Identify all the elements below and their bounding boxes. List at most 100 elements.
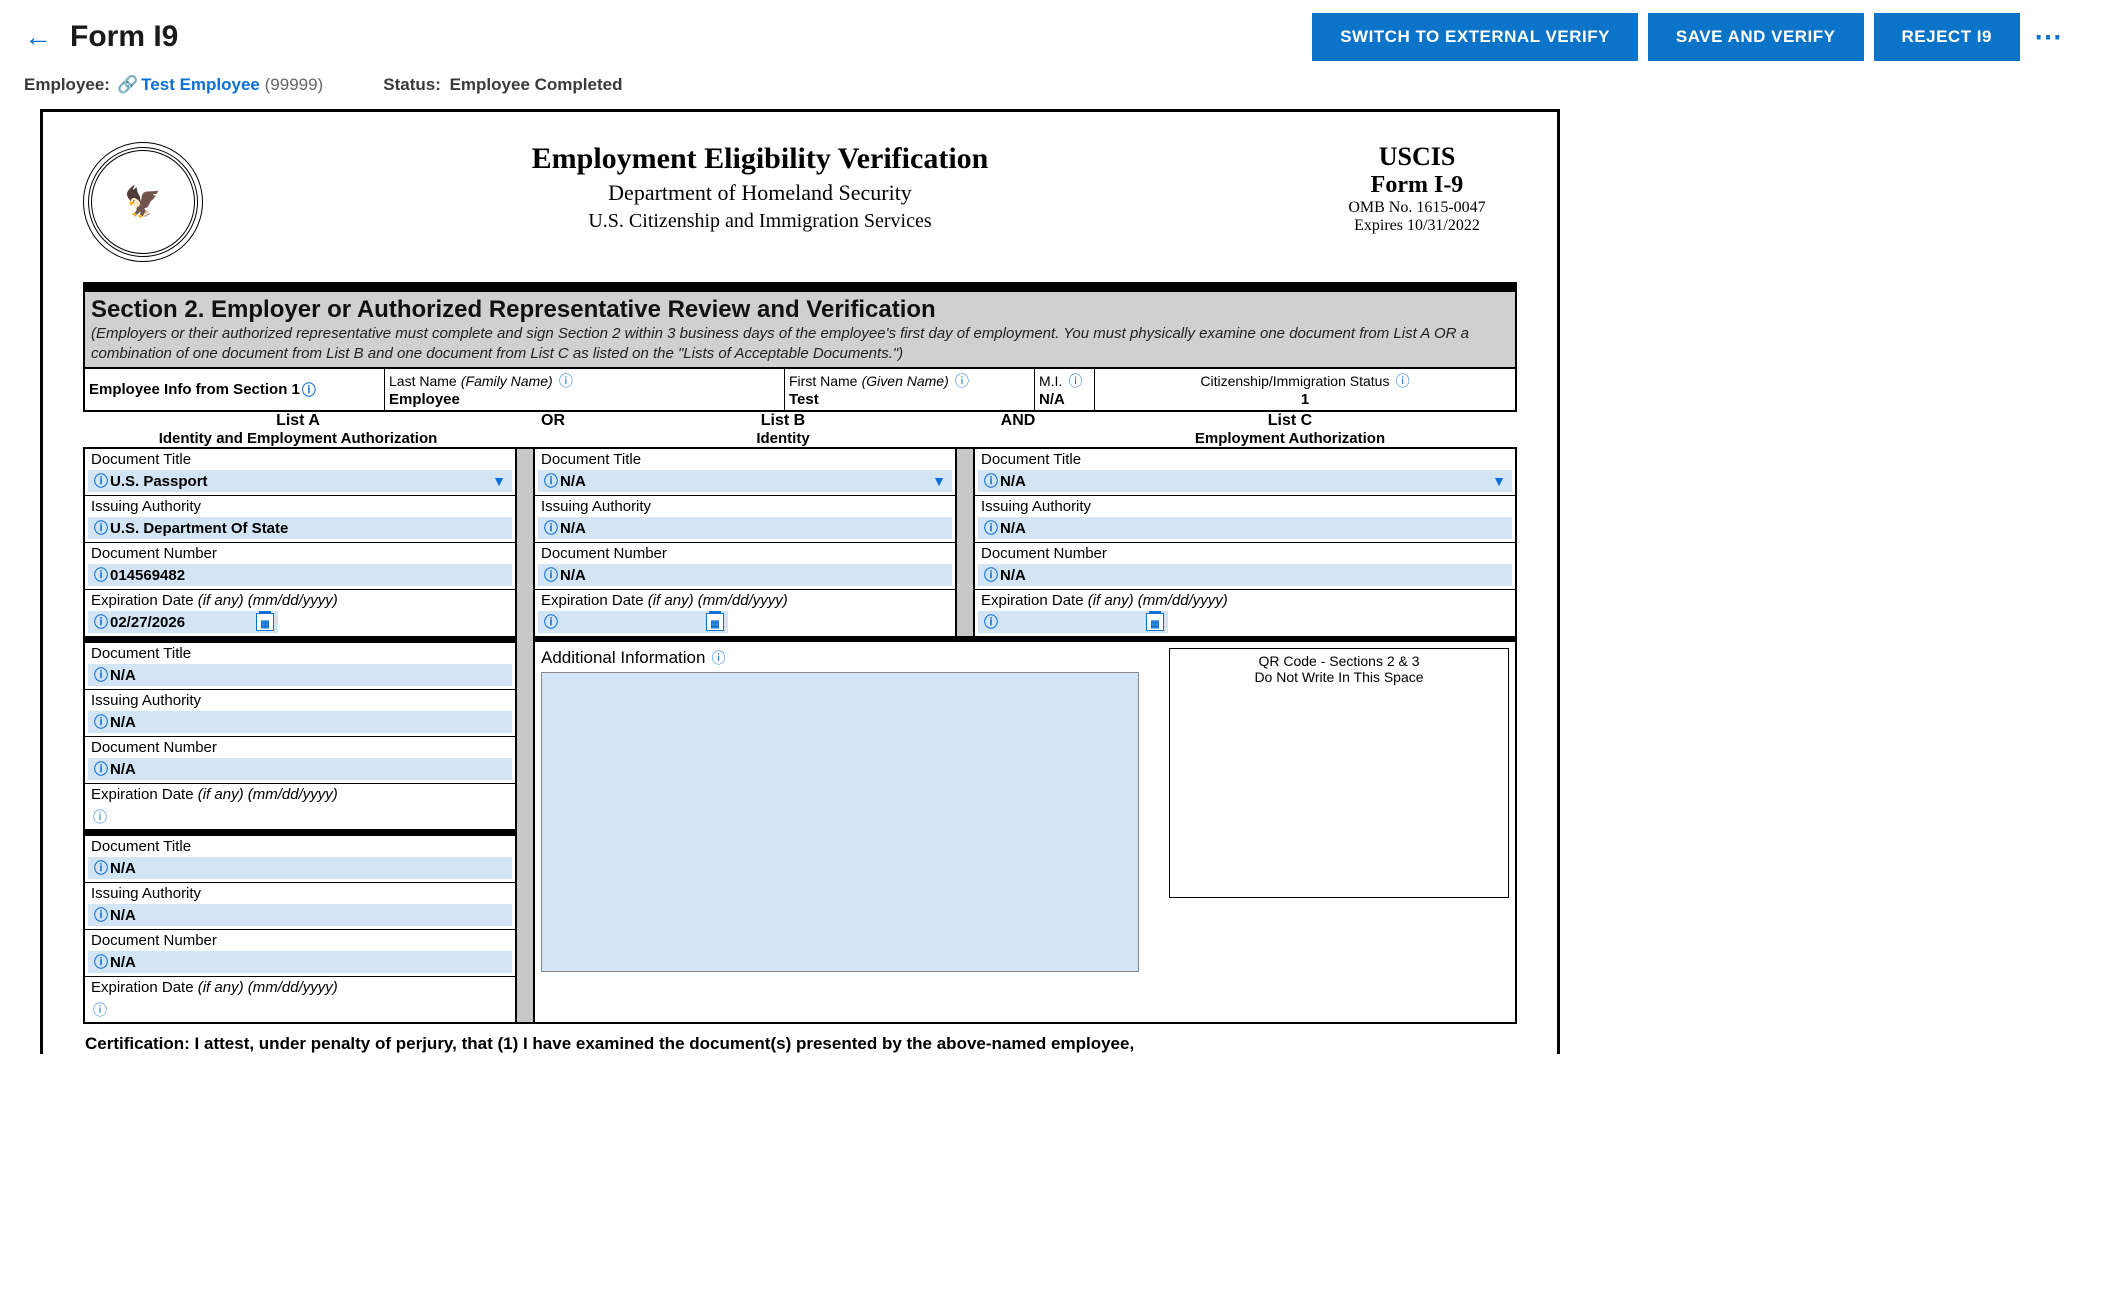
last-name-paren: (Family Name) bbox=[461, 373, 553, 389]
doc-number-label: Document Number bbox=[85, 737, 515, 758]
issuing-authority-label: Issuing Authority bbox=[85, 496, 515, 517]
list-a-1-doc-title-select[interactable]: ⓘ U.S. Passport ▼ bbox=[88, 470, 512, 492]
list-a-3-doc-number-input[interactable]: ⓘ N/A bbox=[88, 951, 512, 973]
info-icon[interactable]: ⓘ bbox=[93, 809, 107, 825]
issuing-authority-label: Issuing Authority bbox=[85, 690, 515, 711]
reject-i9-button[interactable]: REJECT I9 bbox=[1874, 13, 2020, 61]
list-a-3-issuing-authority-input[interactable]: ⓘ N/A bbox=[88, 904, 512, 926]
doc-title-label: Document Title bbox=[85, 449, 515, 470]
list-a-subtitle: Identity and Employment Authorization bbox=[83, 430, 513, 447]
column-divider bbox=[515, 449, 535, 1022]
dhs-seal-icon: 🦅 bbox=[83, 142, 203, 262]
list-c-doc-title-select[interactable]: ⓘ N/A ▼ bbox=[978, 470, 1512, 492]
uscis-label: USCIS bbox=[1317, 142, 1517, 172]
chevron-down-icon: ▼ bbox=[932, 473, 946, 489]
employee-info-label: Employee Info from Section 1 bbox=[89, 381, 300, 398]
doc-number-label: Document Number bbox=[85, 930, 515, 951]
first-name-label: First Name bbox=[789, 373, 857, 389]
last-name-value: Employee bbox=[389, 391, 460, 408]
info-icon[interactable]: ⓘ bbox=[93, 1002, 107, 1018]
info-icon: ⓘ bbox=[984, 471, 998, 491]
expiration-date-label: Expiration Date bbox=[91, 979, 194, 996]
list-a-3-doc-title-input[interactable]: ⓘ N/A bbox=[88, 857, 512, 879]
info-icon[interactable]: ⓘ bbox=[712, 650, 726, 666]
calendar-icon[interactable]: ▦ bbox=[706, 613, 724, 631]
chevron-down-icon: ▼ bbox=[492, 473, 506, 489]
citizenship-label: Citizenship/Immigration Status bbox=[1200, 373, 1389, 389]
info-icon: ⓘ bbox=[94, 858, 108, 878]
list-c-doc-number-input[interactable]: ⓘ N/A bbox=[978, 564, 1512, 586]
switch-external-verify-button[interactable]: SWITCH TO EXTERNAL VERIFY bbox=[1312, 13, 1638, 61]
info-icon: ⓘ bbox=[544, 518, 558, 538]
list-a-2-doc-number-input[interactable]: ⓘ N/A bbox=[88, 758, 512, 780]
info-icon[interactable]: ⓘ bbox=[302, 380, 316, 400]
list-a-2-doc-title-input[interactable]: ⓘ N/A bbox=[88, 664, 512, 686]
qr-line-1: QR Code - Sections 2 & 3 bbox=[1170, 653, 1508, 669]
employee-id: (99999) bbox=[265, 75, 324, 95]
info-icon[interactable]: ⓘ bbox=[955, 373, 969, 389]
last-name-label: Last Name bbox=[389, 373, 457, 389]
calendar-icon[interactable]: ▦ bbox=[1146, 613, 1164, 631]
column-divider bbox=[955, 449, 975, 636]
info-icon: ⓘ bbox=[984, 518, 998, 538]
list-a-1-expiration-date-input[interactable]: ⓘ 02/27/2026 ▦ bbox=[88, 611, 278, 633]
doc-title-label: Document Title bbox=[535, 449, 955, 470]
form-expires: Expires 10/31/2022 bbox=[1317, 217, 1517, 235]
list-c-issuing-authority-input[interactable]: ⓘ N/A bbox=[978, 517, 1512, 539]
info-icon: ⓘ bbox=[984, 565, 998, 585]
info-icon[interactable]: ⓘ bbox=[1396, 373, 1410, 389]
list-b-expiration-date-input[interactable]: ⓘ ▦ bbox=[538, 611, 728, 633]
i9-document: 🦅 Employment Eligibility Verification De… bbox=[40, 109, 1560, 1054]
doc-title-label: Document Title bbox=[975, 449, 1515, 470]
expiration-date-label: Expiration Date bbox=[91, 786, 194, 803]
list-a-1-issuing-authority-input[interactable]: ⓘ U.S. Department Of State bbox=[88, 517, 512, 539]
employee-link[interactable]: Test Employee bbox=[141, 75, 260, 95]
form-subtitle-1: Department of Homeland Security bbox=[203, 180, 1317, 206]
info-icon: ⓘ bbox=[984, 612, 998, 632]
issuing-authority-label: Issuing Authority bbox=[535, 496, 955, 517]
info-icon: ⓘ bbox=[94, 565, 108, 585]
expiration-date-format: (if any) (mm/dd/yyyy) bbox=[198, 786, 338, 803]
expiration-date-format: (if any) (mm/dd/yyyy) bbox=[648, 592, 788, 609]
info-icon[interactable]: ⓘ bbox=[559, 373, 573, 389]
doc-number-label: Document Number bbox=[975, 543, 1515, 564]
list-b-doc-title-select[interactable]: ⓘ N/A ▼ bbox=[538, 470, 952, 492]
more-actions-icon[interactable]: ⋯ bbox=[2020, 12, 2078, 61]
expiration-date-format: (if any) (mm/dd/yyyy) bbox=[1088, 592, 1228, 609]
chevron-down-icon: ▼ bbox=[1492, 473, 1506, 489]
omb-number: OMB No. 1615-0047 bbox=[1317, 199, 1517, 217]
back-arrow-icon[interactable]: ← bbox=[24, 23, 52, 51]
info-icon: ⓘ bbox=[544, 565, 558, 585]
expiration-date-label: Expiration Date bbox=[91, 592, 194, 609]
calendar-icon[interactable]: ▦ bbox=[256, 613, 274, 631]
list-a-1-doc-number-input[interactable]: ⓘ 014569482 bbox=[88, 564, 512, 586]
doc-title-label: Document Title bbox=[85, 643, 515, 664]
qr-code-box: QR Code - Sections 2 & 3 Do Not Write In… bbox=[1169, 648, 1509, 898]
list-c-subtitle: Employment Authorization bbox=[1063, 430, 1517, 447]
issuing-authority-label: Issuing Authority bbox=[975, 496, 1515, 517]
link-icon: 🔗 bbox=[117, 75, 138, 95]
info-icon: ⓘ bbox=[94, 665, 108, 685]
save-and-verify-button[interactable]: SAVE AND VERIFY bbox=[1648, 13, 1864, 61]
info-icon[interactable]: ⓘ bbox=[1069, 373, 1083, 389]
or-label: OR bbox=[513, 412, 593, 447]
info-icon: ⓘ bbox=[94, 712, 108, 732]
expiration-date-format: (if any) (mm/dd/yyyy) bbox=[198, 592, 338, 609]
list-c-expiration-date-input[interactable]: ⓘ ▦ bbox=[978, 611, 1168, 633]
expiration-date-format: (if any) (mm/dd/yyyy) bbox=[198, 979, 338, 996]
and-label: AND bbox=[973, 412, 1063, 447]
mi-label: M.I. bbox=[1039, 373, 1062, 389]
additional-information-textarea[interactable] bbox=[541, 672, 1139, 972]
list-b-doc-number-input[interactable]: ⓘ N/A bbox=[538, 564, 952, 586]
info-icon: ⓘ bbox=[94, 905, 108, 925]
list-b-issuing-authority-input[interactable]: ⓘ N/A bbox=[538, 517, 952, 539]
section2-title: Section 2. Employer or Authorized Repres… bbox=[91, 296, 1509, 324]
list-a-2-issuing-authority-input[interactable]: ⓘ N/A bbox=[88, 711, 512, 733]
first-name-paren: (Given Name) bbox=[862, 373, 949, 389]
doc-title-label: Document Title bbox=[85, 836, 515, 857]
page-title: Form I9 bbox=[70, 20, 178, 54]
form-main-title: Employment Eligibility Verification bbox=[203, 142, 1317, 176]
section2-instructions: (Employers or their authorized represent… bbox=[91, 324, 1509, 363]
citizenship-value: 1 bbox=[1301, 391, 1309, 408]
status-label: Status: bbox=[383, 75, 441, 95]
